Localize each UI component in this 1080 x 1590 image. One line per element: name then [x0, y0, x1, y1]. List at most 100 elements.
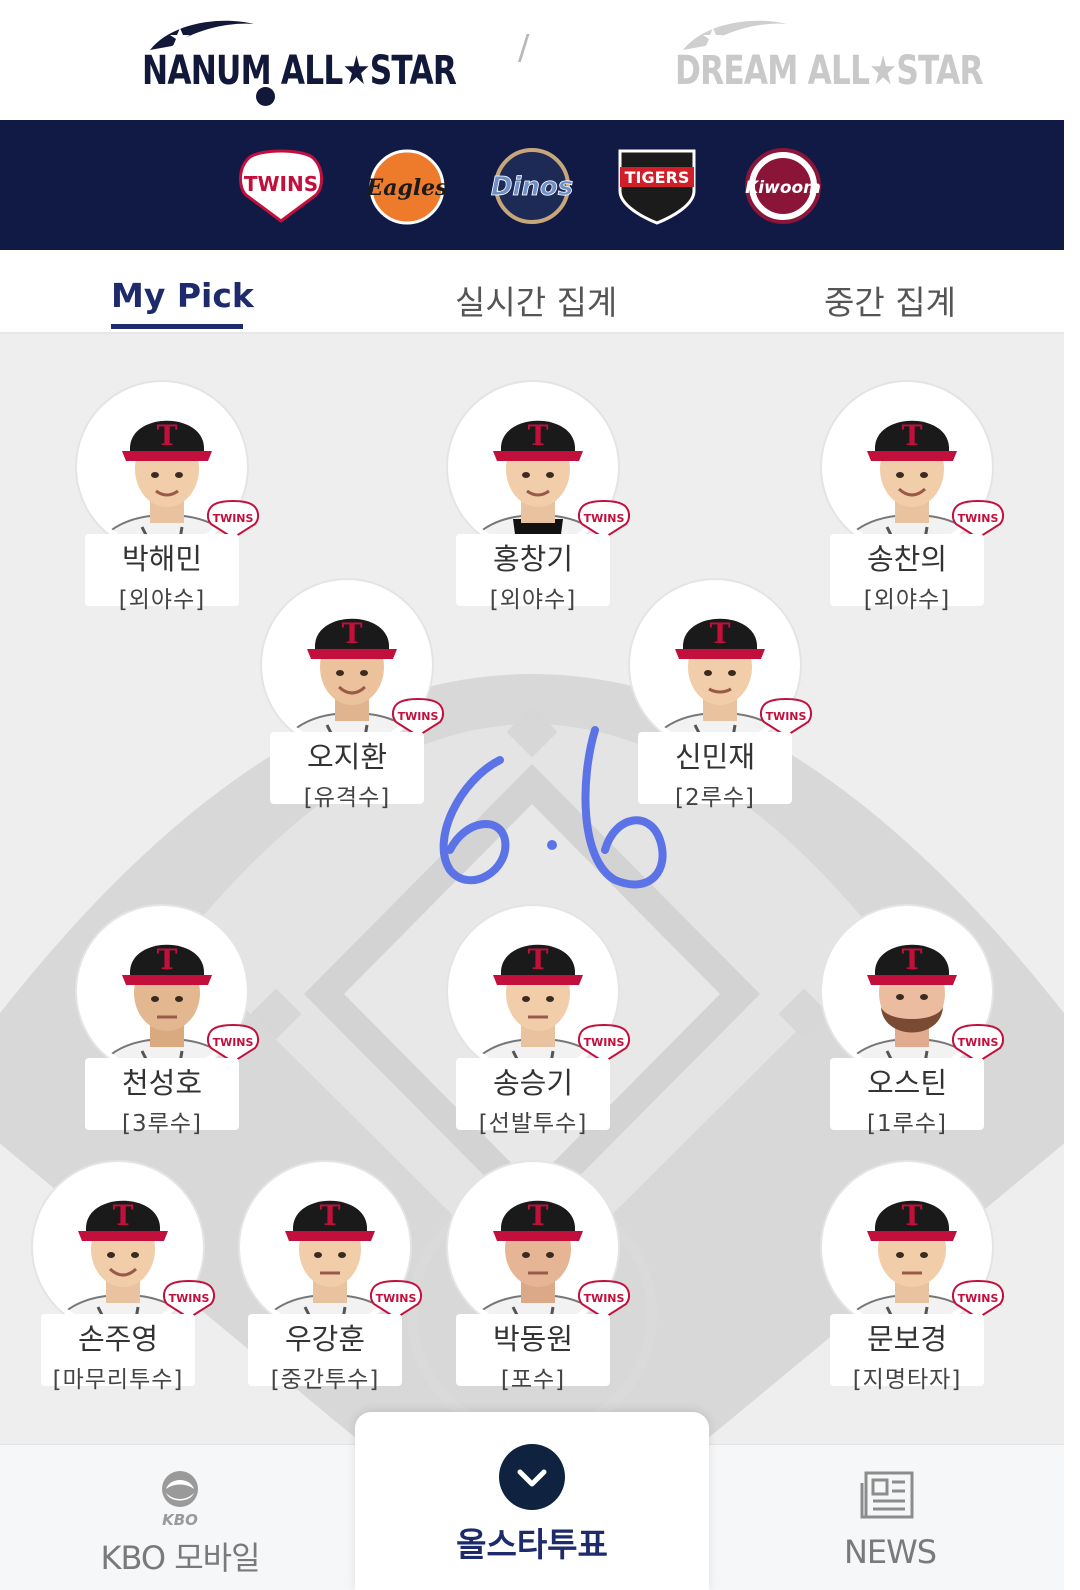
svg-text:T: T — [528, 419, 549, 452]
player-card-3b[interactable]: T TWINS 천성호 [3루수] — [77, 906, 260, 1137]
team-logo-tigers[interactable]: TIGERS — [612, 147, 702, 225]
player-name: 천성호 — [121, 1066, 203, 1100]
svg-text:TWINS: TWINS — [213, 1036, 254, 1049]
player-label: 박동원 [포수] — [456, 1314, 610, 1393]
player-label: 홍창기 [외야수] — [456, 534, 610, 613]
nav-news-label: NEWS — [843, 1533, 937, 1571]
svg-text:TWINS: TWINS — [958, 512, 999, 525]
player-card-rf[interactable]: T TWINS 송찬의 [외야수] — [822, 382, 1005, 613]
player-card-catcher[interactable]: T TWINS 박동원 [포수] — [448, 1162, 631, 1393]
active-indicator-dot — [256, 87, 275, 106]
svg-text:TWINS: TWINS — [958, 1036, 999, 1049]
tab-active-underline — [111, 324, 243, 329]
player-card-dh[interactable]: T TWINS 문보경 [지명타자] — [822, 1162, 1005, 1393]
svg-text:TWINS: TWINS — [584, 1292, 625, 1305]
brand-separator: / — [518, 28, 530, 68]
player-card-2b[interactable]: T TWINS 신민재 [2루수] — [630, 580, 813, 811]
player-label: 우강훈 [중간투수] — [248, 1314, 402, 1393]
vote-toggle-button[interactable] — [499, 1444, 565, 1510]
tab-interim-tally[interactable]: 중간 집계 — [824, 276, 956, 324]
kbo-logo-icon: KBO — [162, 1471, 198, 1529]
player-position: [마무리투수] — [52, 1367, 184, 1393]
svg-text:TWINS: TWINS — [766, 710, 807, 723]
player-card-1b[interactable]: T TWINS 오스틴 [1루수] — [822, 906, 1005, 1137]
player-card-ss[interactable]: T TWINS 오지환 [유격수] — [262, 580, 445, 811]
dream-allstar-title: DREAM ALL★STAR — [675, 48, 984, 94]
news-icon — [860, 1471, 914, 1519]
nav-allstar-vote[interactable]: 올스타투표 — [355, 1412, 709, 1590]
nav-allstar-vote-label: 올스타투표 — [456, 1525, 608, 1564]
team-logo-twins[interactable]: TWINS — [236, 147, 326, 225]
player-label: 손주영 [마무리투수] — [41, 1314, 195, 1393]
svg-text:T: T — [528, 943, 549, 976]
player-card-closer[interactable]: T TWINS 손주영 [마무리투수] — [33, 1162, 216, 1393]
player-position: [선발투수] — [478, 1111, 588, 1137]
player-position: [포수] — [500, 1367, 566, 1393]
player-label: 송승기 [선발투수] — [456, 1058, 610, 1137]
player-card-cf[interactable]: T TWINS 홍창기 [외야수] — [448, 382, 631, 613]
svg-text:TWINS: TWINS — [213, 512, 254, 525]
svg-text:TWINS: TWINS — [376, 1292, 417, 1305]
player-position: [외야수] — [863, 587, 951, 613]
player-position: [1루수] — [867, 1111, 947, 1137]
team-logo-kiwoom-text: Kiwoom — [745, 178, 821, 198]
svg-text:T: T — [902, 419, 923, 452]
svg-text:KBO: KBO — [162, 1511, 198, 1529]
team-logo-dinos[interactable]: Dinos — [476, 147, 574, 225]
svg-text:TWINS: TWINS — [398, 710, 439, 723]
player-name: 우강훈 — [284, 1322, 366, 1356]
team-logo-eagles-text: Eagles — [365, 175, 447, 201]
svg-text:T: T — [157, 419, 178, 452]
nav-news[interactable]: NEWS — [800, 1445, 980, 1590]
team-logo-strip: TWINS Eagles Dinos TIGERS Kiwoom — [0, 120, 1064, 250]
player-label: 송찬의 [외야수] — [830, 534, 984, 613]
player-position: [3루수] — [122, 1111, 202, 1137]
svg-text:TWINS: TWINS — [584, 1036, 625, 1049]
player-name: 신민재 — [674, 740, 756, 774]
svg-text:TWINS: TWINS — [584, 512, 625, 525]
team-logo-kiwoom[interactable]: Kiwoom — [738, 147, 828, 225]
svg-text:T: T — [710, 617, 731, 650]
svg-text:TWINS: TWINS — [169, 1292, 210, 1305]
nav-kbo-mobile[interactable]: KBO KBO 모바일 — [90, 1445, 270, 1590]
player-label: 천성호 [3루수] — [85, 1058, 239, 1137]
player-name: 오지환 — [306, 740, 388, 774]
player-position: [외야수] — [489, 587, 577, 613]
player-name: 손주영 — [77, 1322, 159, 1356]
player-name: 박해민 — [121, 542, 203, 576]
team-logo-dinos-text: Dinos — [491, 172, 573, 202]
svg-text:T: T — [902, 943, 923, 976]
player-name: 문보경 — [866, 1322, 948, 1356]
player-name: 홍창기 — [492, 542, 574, 576]
svg-text:T: T — [320, 1199, 341, 1232]
nanum-allstar-title: NANUM ALL★STAR — [142, 48, 457, 94]
svg-text:T: T — [342, 617, 363, 650]
team-logo-twins-text: TWINS — [244, 172, 318, 196]
player-card-middle-reliever[interactable]: T TWINS 우강훈 [중간투수] — [240, 1162, 423, 1393]
dream-allstar-tab[interactable]: DREAM ALL★STAR — [675, 10, 984, 110]
player-position: [중간투수] — [270, 1367, 380, 1393]
svg-text:TWINS: TWINS — [958, 1292, 999, 1305]
player-card-sp[interactable]: T TWINS 송승기 [선발투수] — [448, 906, 631, 1137]
allstar-header: NANUM ALL★STAR / DREAM ALL★STAR — [0, 0, 1064, 120]
player-name: 오스틴 — [866, 1066, 948, 1100]
svg-text:T: T — [113, 1199, 134, 1232]
nav-kbo-mobile-label: KBO 모바일 — [100, 1539, 260, 1577]
player-label: 문보경 [지명타자] — [830, 1314, 984, 1393]
team-logo-eagles[interactable]: Eagles — [362, 147, 452, 225]
svg-text:T: T — [902, 1199, 923, 1232]
player-label: 오지환 [유격수] — [270, 732, 424, 811]
player-label: 박해민 [외야수] — [85, 534, 239, 613]
player-label: 오스틴 [1루수] — [830, 1058, 984, 1137]
player-name: 송찬의 — [866, 542, 948, 576]
player-label: 신민재 [2루수] — [638, 732, 792, 811]
chevron-down-icon — [517, 1469, 547, 1487]
tab-my-pick[interactable]: My Pick — [111, 276, 254, 315]
player-card-lf[interactable]: T TWINS 박해민 [외야수] — [77, 382, 260, 613]
player-position: [외야수] — [118, 587, 206, 613]
player-position: [2루수] — [675, 785, 755, 811]
tab-realtime-tally[interactable]: 실시간 집계 — [455, 276, 617, 324]
player-name: 박동원 — [492, 1322, 574, 1356]
player-position: [유격수] — [303, 785, 391, 811]
svg-text:T: T — [528, 1199, 549, 1232]
